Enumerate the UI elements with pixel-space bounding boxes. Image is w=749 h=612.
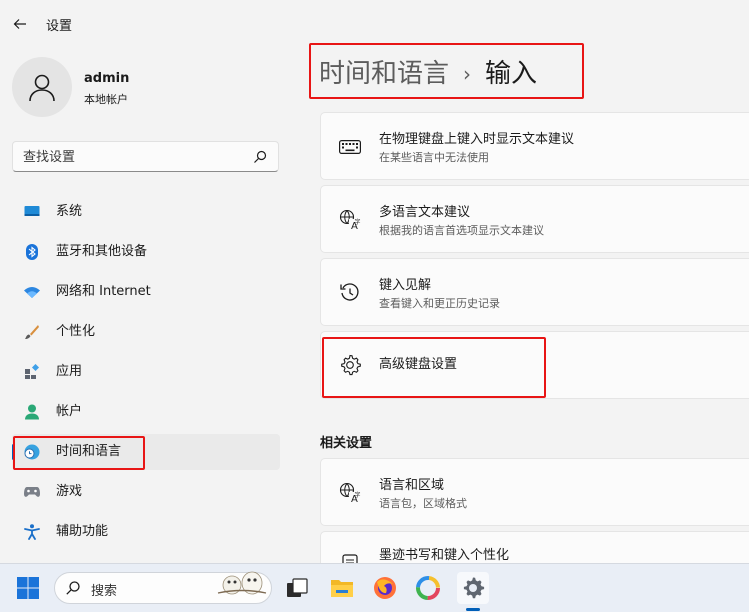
sidebar-item-label: 系统 [56,204,83,219]
settings-taskbar-button[interactable] [457,572,489,604]
language-icon: A字 [339,482,361,504]
sidebar-item-label: 辅助功能 [56,524,109,539]
sidebar-item-label: 应用 [56,364,83,379]
sidebar-item-personalization[interactable]: 个性化 [12,314,280,350]
title-bar: 设置 [0,0,749,46]
back-button[interactable] [8,12,32,36]
breadcrumb-parent[interactable]: 时间和语言 [319,56,449,92]
wifi-icon [24,284,40,300]
file-explorer-button[interactable] [326,572,358,604]
accessibility-icon [24,524,40,540]
firefox-icon [374,577,396,599]
card-title: 在物理键盘上键入时显示文本建议 [379,132,575,147]
setting-card-advanced-keyboard[interactable]: 高级键盘设置 [320,331,749,399]
sidebar-item-label: 蓝牙和其他设备 [56,244,148,259]
sidebar-item-system[interactable]: 系统 [12,194,280,230]
breadcrumb-separator: › [463,62,472,86]
active-app-indicator [466,608,480,611]
sidebar-item-label: 网络和 Internet [56,284,151,299]
person-icon [24,404,40,420]
globe-clock-icon [24,444,40,460]
task-view-button[interactable] [281,572,313,604]
settings-icon [463,577,485,599]
firefox-button[interactable] [369,572,401,604]
bluetooth-icon [24,244,40,260]
sidebar-nav: 系统 蓝牙和其他设备 网络和 Internet 个性化 应用 帐户 时间和语言 … [12,194,280,554]
gear-icon [339,354,361,376]
related-settings-heading: 相关设置 [320,436,373,451]
sidebar-item-accessibility[interactable]: 辅助功能 [12,514,280,550]
setting-card-language-region[interactable]: A字 语言和区域 语言包，区域格式 [320,458,749,526]
back-arrow-icon [13,19,26,29]
color-app-icon [416,576,440,600]
sidebar-item-label: 帐户 [56,404,83,419]
language-icon: A字 [339,209,361,231]
person-icon [29,74,55,102]
taskbar-search-label: 搜索 [91,584,118,599]
file-explorer-icon [331,580,353,597]
user-name: admin [84,71,130,86]
sidebar-item-label: 时间和语言 [56,444,122,459]
search-icon [254,150,267,163]
card-subtitle: 根据我的语言首选项显示文本建议 [379,224,544,237]
card-title: 键入见解 [379,278,432,293]
sidebar-item-accounts[interactable]: 帐户 [12,394,280,430]
sidebar-item-time-language[interactable]: 时间和语言 [12,434,280,470]
card-title: 多语言文本建议 [379,205,471,220]
apps-icon [24,364,40,380]
windows-start-icon[interactable] [16,576,40,600]
card-subtitle: 语言包，区域格式 [379,497,467,510]
setting-card-typing-insights[interactable]: 键入见解 查看键入和更正历史记录 [320,258,749,326]
account-type: 本地帐户 [84,93,128,106]
task-view-icon [287,578,308,597]
app-title: 设置 [46,19,73,34]
sidebar-item-apps[interactable]: 应用 [12,354,280,390]
sidebar-item-label: 个性化 [56,324,96,339]
svg-text:字: 字 [355,491,361,499]
keyboard-icon [339,136,361,158]
card-title: 墨迹书写和键入个性化 [379,548,510,563]
setting-card-physical-keyboard-suggestions[interactable]: 在物理键盘上键入时显示文本建议 在某些语言中无法使用 [320,112,749,180]
card-subtitle: 查看键入和更正历史记录 [379,297,500,310]
page-title: 输入 [485,59,538,89]
owl-decoration-icon [217,571,267,595]
card-title: 高级键盘设置 [379,357,458,372]
settings-search-box[interactable] [12,141,279,172]
setting-card-multilingual-suggestions[interactable]: A字 多语言文本建议 根据我的语言首选项显示文本建议 [320,185,749,253]
search-input[interactable] [23,147,248,167]
search-icon [66,581,80,595]
card-subtitle: 在某些语言中无法使用 [379,151,489,164]
taskbar: 搜索 [0,563,749,612]
gamepad-icon [24,484,40,500]
sidebar-item-label: 游戏 [56,484,83,499]
card-title: 语言和区域 [379,478,445,493]
sidebar-item-bluetooth[interactable]: 蓝牙和其他设备 [12,234,280,270]
sidebar-item-network[interactable]: 网络和 Internet [12,274,280,310]
breadcrumb: 时间和语言 › 输入 [319,56,537,92]
brush-icon [24,324,40,340]
sidebar-item-gaming[interactable]: 游戏 [12,474,280,510]
history-icon [339,282,361,304]
svg-text:字: 字 [355,218,361,226]
avatar[interactable] [12,57,72,117]
color-app-button[interactable] [412,572,444,604]
system-icon [24,204,40,220]
